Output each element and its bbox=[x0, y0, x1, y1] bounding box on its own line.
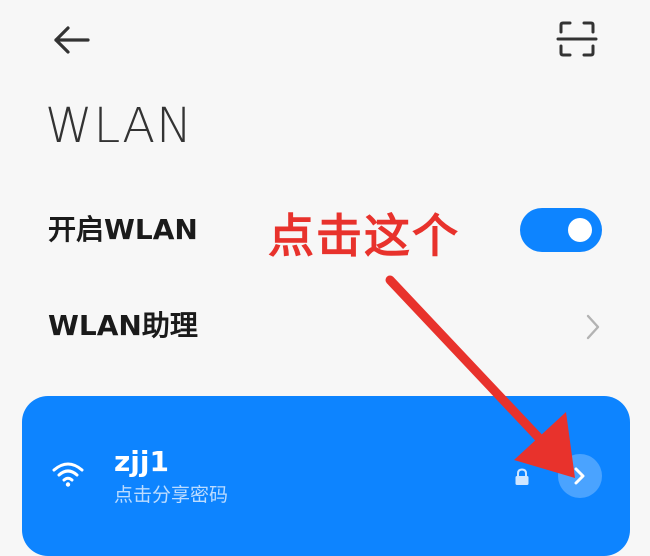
back-button[interactable] bbox=[44, 18, 98, 62]
arrow-left-icon bbox=[54, 26, 90, 54]
lock-icon bbox=[515, 468, 529, 485]
network-detail-button[interactable] bbox=[558, 454, 602, 498]
wlan-toggle-label: 开启WLAN bbox=[48, 213, 198, 246]
wlan-assistant-row[interactable]: WLAN助理 bbox=[0, 286, 650, 366]
chevron-right-icon bbox=[586, 314, 600, 340]
scan-button[interactable] bbox=[552, 14, 602, 64]
scan-qr-icon bbox=[556, 21, 598, 57]
connected-network-card[interactable]: zjj1 点击分享密码 bbox=[22, 396, 630, 556]
share-password-hint: 点击分享密码 bbox=[114, 484, 229, 506]
annotation-label: 点击这个 bbox=[268, 209, 460, 263]
toggle-knob bbox=[568, 218, 592, 242]
chevron-right-icon bbox=[574, 467, 585, 485]
wlan-assistant-label: WLAN助理 bbox=[48, 309, 198, 342]
wlan-toggle-switch[interactable] bbox=[520, 208, 602, 252]
top-bar bbox=[0, 0, 650, 90]
page-title: WLAN bbox=[45, 98, 194, 154]
network-name: zjj1 bbox=[114, 445, 169, 478]
wifi-icon bbox=[52, 462, 84, 487]
